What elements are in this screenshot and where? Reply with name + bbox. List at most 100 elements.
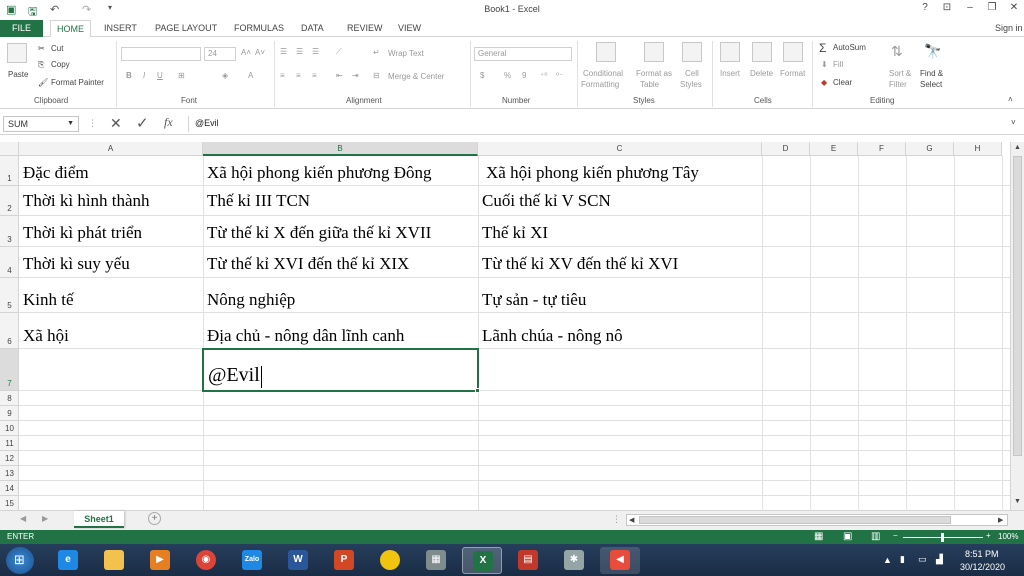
taskbar-paint[interactable] bbox=[370, 547, 410, 574]
align-center-icon[interactable]: ≡ bbox=[296, 71, 301, 80]
column-header-a[interactable]: A bbox=[19, 142, 203, 156]
confirm-entry-icon[interactable]: ✓ bbox=[136, 114, 149, 132]
tab-view[interactable]: VIEW bbox=[398, 23, 421, 33]
taskbar-word[interactable]: W bbox=[278, 547, 318, 574]
borders-icon[interactable]: ⊞ bbox=[178, 71, 185, 80]
cell-a5[interactable]: Kinh tế bbox=[23, 290, 74, 310]
percent-icon[interactable]: % bbox=[504, 71, 511, 80]
taskbar-media[interactable]: ▶ bbox=[140, 547, 180, 574]
sort-filter-button[interactable]: Sort & bbox=[889, 69, 911, 78]
tab-insert[interactable]: INSERT bbox=[104, 23, 137, 33]
scroll-left-icon[interactable]: ◀ bbox=[629, 516, 634, 524]
row-header[interactable]: 12 bbox=[0, 451, 19, 466]
find-select-button[interactable]: Find & bbox=[920, 69, 943, 78]
vertical-scrollbar[interactable]: ▲ ▼ bbox=[1010, 142, 1024, 510]
column-header-b[interactable]: B bbox=[203, 142, 478, 156]
cell-c6[interactable]: Lãnh chúa - nông nô bbox=[482, 326, 623, 346]
fill-color-icon[interactable]: ◈ bbox=[222, 71, 228, 80]
tray-signal-icon[interactable]: ▟ bbox=[936, 554, 943, 565]
align-right-icon[interactable]: ≡ bbox=[312, 71, 317, 80]
taskbar-calculator[interactable]: ▦ bbox=[416, 547, 456, 574]
bold-icon[interactable]: B bbox=[126, 71, 132, 80]
taskbar-ie[interactable]: e bbox=[48, 547, 88, 574]
italic-icon[interactable]: I bbox=[143, 71, 145, 80]
row-header[interactable]: 9 bbox=[0, 406, 19, 421]
row-header[interactable]: 15 bbox=[0, 496, 19, 510]
cell-b3[interactable]: Từ thế kỉ X đến giữa thế kỉ XVII bbox=[207, 223, 431, 243]
cell-b7-editing[interactable]: @Evil bbox=[208, 364, 260, 387]
formula-input[interactable]: @Evil bbox=[188, 116, 1010, 132]
decrease-decimal-icon[interactable]: ⁰⁻ bbox=[556, 71, 563, 80]
scroll-thumb[interactable] bbox=[1013, 156, 1022, 456]
tab-file[interactable]: FILE bbox=[0, 20, 43, 37]
zoom-in-icon[interactable]: + bbox=[986, 531, 991, 540]
align-left-icon[interactable]: ≡ bbox=[280, 71, 285, 80]
taskbar-app[interactable]: ▤ bbox=[508, 547, 548, 574]
clock-date[interactable]: 30/12/2020 bbox=[960, 562, 1005, 572]
column-header-e[interactable]: E bbox=[810, 142, 858, 156]
increase-decimal-icon[interactable]: ⁺⁰ bbox=[540, 71, 547, 80]
clock-time[interactable]: 8:51 PM bbox=[965, 549, 999, 559]
align-top-icon[interactable]: ☰ bbox=[280, 47, 287, 56]
cancel-entry-icon[interactable]: ✕ bbox=[110, 115, 122, 132]
zoom-out-icon[interactable]: − bbox=[893, 531, 898, 540]
start-button[interactable]: ⊞ bbox=[6, 547, 34, 574]
tray-battery-icon[interactable]: ▭ bbox=[918, 554, 927, 565]
prev-sheet-icon[interactable]: ◀ bbox=[20, 514, 26, 523]
row-header[interactable]: 4 bbox=[0, 247, 19, 278]
select-all-corner[interactable] bbox=[0, 142, 19, 156]
worksheet-grid[interactable]: A B C D E F G H 1 2 3 4 5 6 7 8 9 10 11 … bbox=[0, 142, 1010, 510]
tab-formulas[interactable]: FORMULAS bbox=[234, 23, 284, 33]
format-painter-button[interactable]: Format Painter bbox=[51, 78, 104, 87]
cell-a1[interactable]: Đặc điểm bbox=[23, 163, 89, 183]
cell-c5[interactable]: Tự sản - tự tiêu bbox=[482, 290, 586, 310]
ribbon-display-icon[interactable]: ⊡ bbox=[937, 2, 957, 13]
page-break-view-icon[interactable]: ▥ bbox=[871, 531, 880, 542]
zoom-level[interactable]: 100% bbox=[998, 532, 1018, 541]
number-format-combo[interactable]: General bbox=[474, 47, 572, 61]
insert-function-icon[interactable]: fx bbox=[164, 115, 173, 130]
scroll-up-icon[interactable]: ▲ bbox=[1014, 144, 1021, 151]
format-cells-button[interactable]: Format bbox=[780, 69, 805, 78]
tab-review[interactable]: REVIEW bbox=[347, 23, 383, 33]
column-header-d[interactable]: D bbox=[762, 142, 810, 156]
cell-a4[interactable]: Thời kì suy yếu bbox=[23, 254, 130, 274]
currency-icon[interactable]: $ bbox=[480, 71, 484, 80]
font-name-combo[interactable] bbox=[121, 47, 201, 61]
minimize-icon[interactable]: – bbox=[960, 2, 980, 13]
cell-c1[interactable]: Xã hội phong kiến phương Tây bbox=[486, 163, 699, 183]
tab-data[interactable]: DATA bbox=[301, 23, 324, 33]
autosum-button[interactable]: AutoSum bbox=[833, 43, 866, 52]
taskbar-powerpoint[interactable]: P bbox=[324, 547, 364, 574]
restore-icon[interactable]: ❐ bbox=[982, 2, 1002, 13]
cell-a3[interactable]: Thời kì phát triển bbox=[23, 223, 142, 243]
tray-network-icon[interactable]: ▮ bbox=[900, 554, 905, 565]
decrease-indent-icon[interactable]: ⇤ bbox=[336, 71, 343, 80]
hscroll-thumb[interactable] bbox=[639, 516, 951, 524]
cut-button[interactable]: Cut bbox=[51, 44, 63, 53]
cell-b1[interactable]: Xã hội phong kiến phương Đông bbox=[207, 163, 432, 183]
align-middle-icon[interactable]: ☰ bbox=[296, 47, 303, 56]
cell-c2[interactable]: Cuối thế kỉ V SCN bbox=[482, 191, 611, 211]
tab-page-layout[interactable]: PAGE LAYOUT bbox=[155, 23, 217, 33]
wrap-text-button[interactable]: Wrap Text bbox=[388, 49, 424, 58]
tray-expand-icon[interactable]: ▲ bbox=[883, 555, 892, 565]
align-bottom-icon[interactable]: ☰ bbox=[312, 47, 319, 56]
help-button[interactable]: ? bbox=[915, 2, 935, 13]
row-header[interactable]: 8 bbox=[0, 391, 19, 406]
row-header[interactable]: 14 bbox=[0, 481, 19, 496]
row-header[interactable]: 6 bbox=[0, 313, 19, 349]
taskbar-explorer[interactable] bbox=[94, 547, 134, 574]
column-header-c[interactable]: C bbox=[478, 142, 762, 156]
taskbar-audio[interactable]: ◀ bbox=[600, 547, 640, 574]
normal-view-icon[interactable]: ▦ bbox=[814, 531, 823, 542]
cell-c3[interactable]: Thế kỉ XI bbox=[482, 223, 548, 243]
tab-home[interactable]: HOME bbox=[50, 20, 91, 38]
copy-button[interactable]: Copy bbox=[51, 60, 70, 69]
page-layout-view-icon[interactable]: ▣ bbox=[843, 531, 852, 542]
cell-b2[interactable]: Thế kỉ III TCN bbox=[207, 191, 310, 211]
grow-font-icon[interactable]: A˄ bbox=[241, 48, 251, 57]
cell-b6[interactable]: Địa chủ - nông dân lĩnh canh bbox=[207, 326, 404, 346]
cell-a6[interactable]: Xã hội bbox=[23, 326, 69, 346]
cell-styles-button[interactable]: Cell bbox=[685, 69, 699, 78]
